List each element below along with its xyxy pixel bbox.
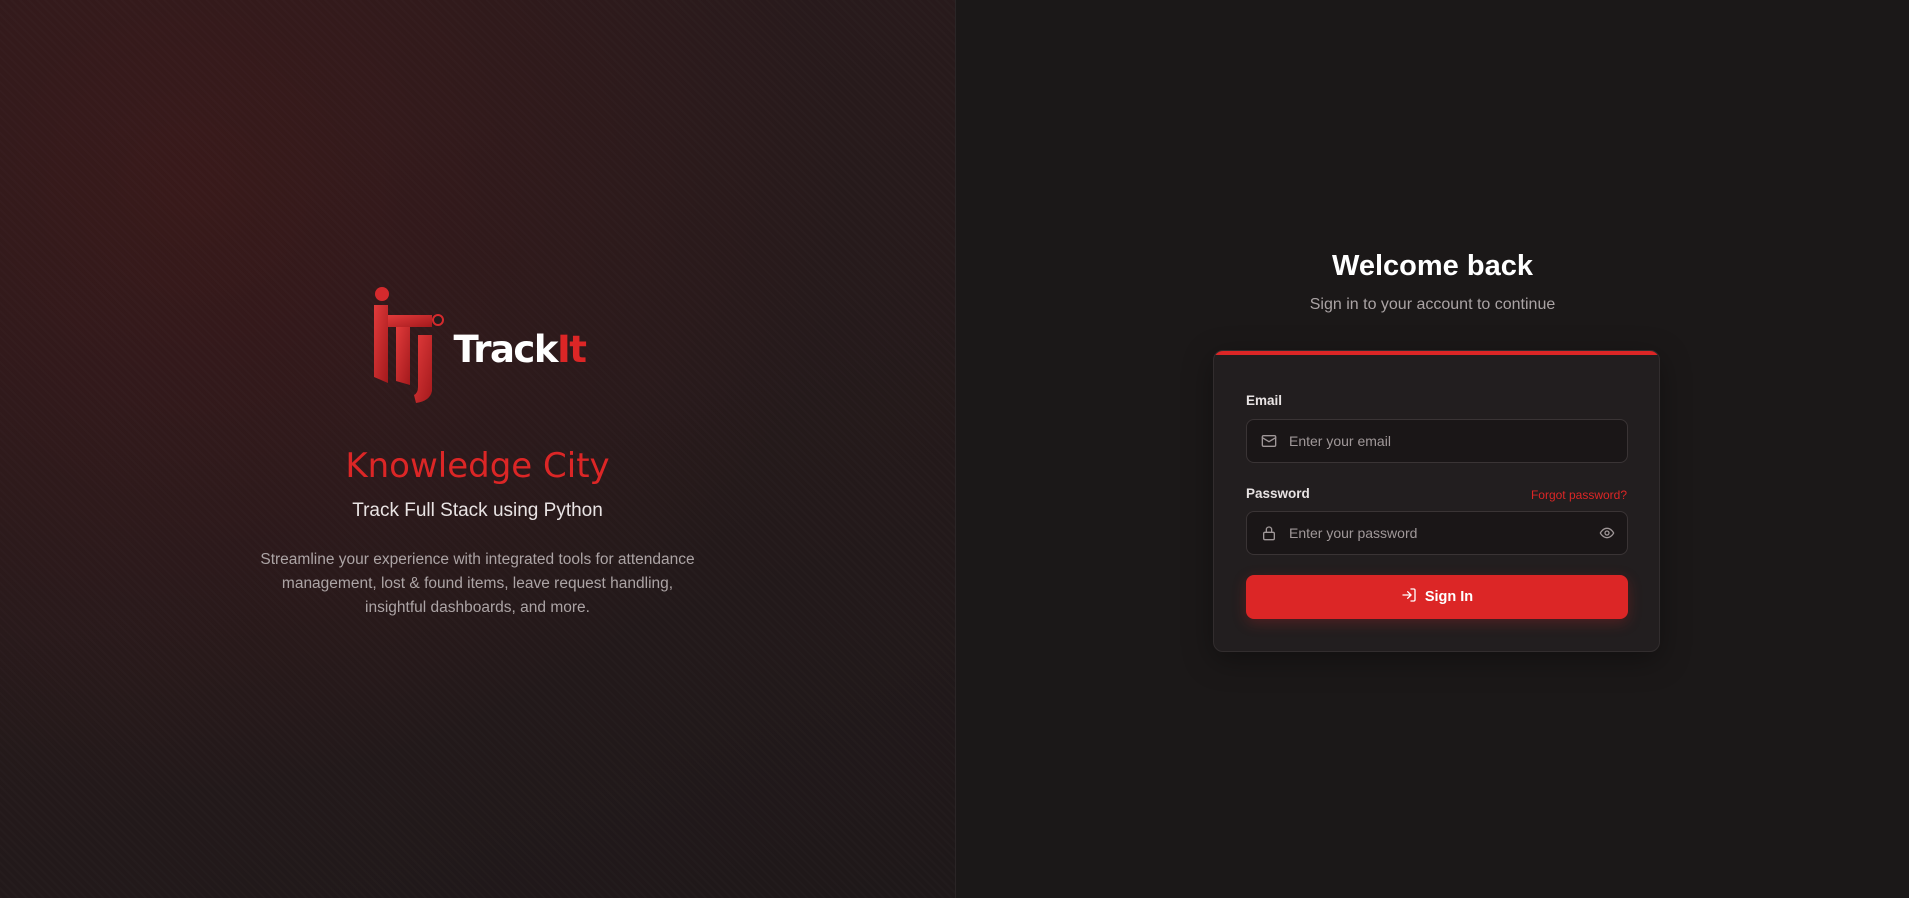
email-field-wrapper — [1246, 419, 1628, 463]
hero-panel: TrackIt Knowledge City Track Full Stack … — [0, 0, 955, 898]
auth-panel: Welcome back Sign in to your account to … — [956, 0, 1909, 898]
hero-subtitle: Track Full Stack using Python — [352, 500, 603, 521]
org-name: Knowledge City — [345, 446, 610, 486]
email-input[interactable] — [1289, 420, 1627, 462]
password-label: Password — [1246, 486, 1310, 501]
eye-icon[interactable] — [1587, 525, 1627, 541]
sign-in-label: Sign In — [1424, 589, 1474, 605]
login-form: Email Password Forgot password? — [1213, 350, 1660, 652]
password-input[interactable] — [1289, 512, 1587, 554]
logo-word-main: Track — [453, 327, 559, 371]
page-title: Welcome back — [1332, 250, 1533, 282]
forgot-password-link[interactable]: Forgot password? — [1531, 488, 1627, 502]
lock-icon — [1249, 525, 1289, 541]
mail-icon — [1249, 433, 1289, 449]
page-subtitle: Sign in to your account to continue — [1309, 296, 1556, 313]
login-page: TrackIt Knowledge City Track Full Stack … — [0, 0, 1909, 898]
logo-wordmark: TrackIt — [453, 327, 587, 371]
email-label: Email — [1246, 393, 1283, 408]
trackit-logo-mark-icon — [373, 287, 444, 403]
logo-word-accent: It — [556, 327, 587, 371]
hero-content: TrackIt Knowledge City Track Full Stack … — [0, 280, 955, 620]
card-accent-bar — [1214, 351, 1659, 355]
hero-description: Streamline your experience with integrat… — [260, 551, 695, 616]
password-field-wrapper — [1246, 511, 1628, 555]
login-icon — [1401, 587, 1417, 607]
sign-in-button[interactable]: Sign In — [1246, 575, 1628, 619]
brand-logo: TrackIt — [370, 280, 587, 408]
